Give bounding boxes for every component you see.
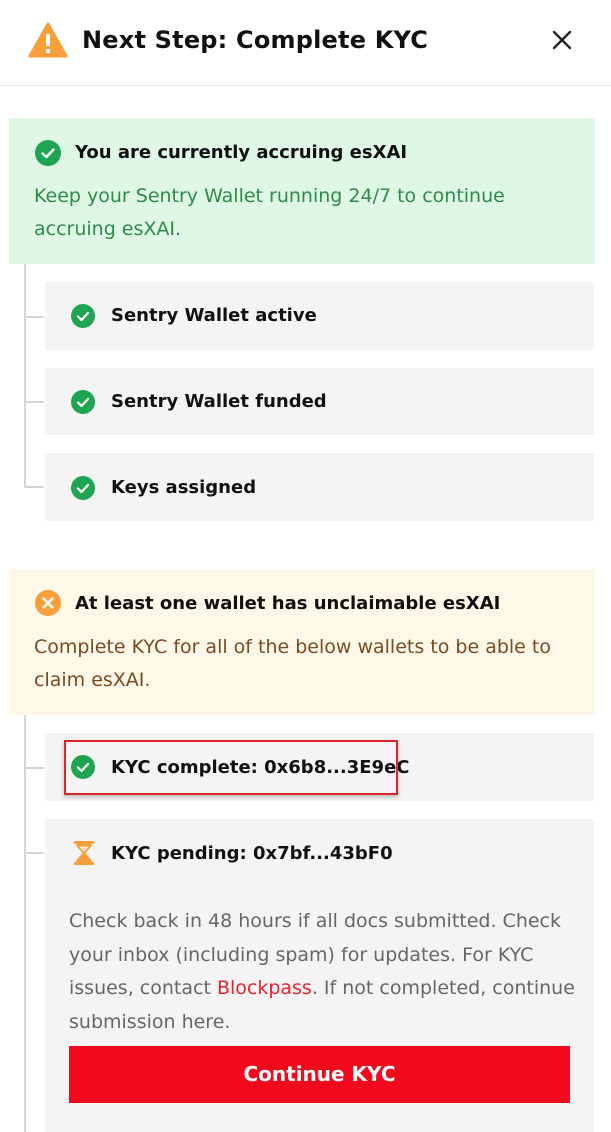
step-label: Sentry Wallet active [111,305,317,326]
unclaimable-banner-title: At least one wallet has unclaimable esXA… [75,593,501,614]
step-sentry-wallet-funded: Sentry Wallet funded [45,368,594,435]
blockpass-link[interactable]: Blockpass [217,977,312,999]
unclaimable-banner-text: Complete KYC for all of the below wallet… [34,636,551,691]
check-circle-icon [35,140,61,166]
check-circle-icon [71,304,95,328]
check-circle-icon [71,476,95,500]
kyc-complete-card: KYC complete: 0x6b8...3E9eC [45,733,594,801]
check-circle-icon [71,755,95,779]
step-sentry-wallet-active: Sentry Wallet active [45,282,594,350]
step-label: Sentry Wallet funded [111,391,327,412]
check-circle-icon [71,390,95,414]
tree-connector [24,715,26,1132]
tree-branch [24,767,44,769]
accruing-banner-text: Keep your Sentry Wallet running 24/7 to … [34,185,505,240]
continue-kyc-button[interactable]: Continue KYC [69,1046,570,1103]
tree-branch [24,401,44,403]
warning-triangle-icon [28,22,68,58]
x-circle-icon [35,590,61,616]
unclaimable-banner: At least one wallet has unclaimable esXA… [9,569,595,715]
tree-branch [24,852,44,854]
tree-branch [24,486,44,488]
kyc-pending-text: Check back in 48 hours if all docs submi… [69,905,581,1039]
step-keys-assigned: Keys assigned [45,453,594,521]
step-label: Keys assigned [111,477,257,498]
hourglass-icon [74,841,94,865]
tree-connector [24,264,26,488]
modal-title: Next Step: Complete KYC [82,26,429,54]
tree-branch [24,316,44,318]
close-icon[interactable] [546,24,578,56]
accruing-banner: You are currently accruing esXAI Keep yo… [9,118,595,264]
modal-header: Next Step: Complete KYC [0,0,611,86]
kyc-pending-label: KYC pending: 0x7bf...43bF0 [111,843,393,864]
kyc-complete-label: KYC complete: 0x6b8...3E9eC [111,757,410,778]
accruing-banner-title: You are currently accruing esXAI [75,142,408,163]
